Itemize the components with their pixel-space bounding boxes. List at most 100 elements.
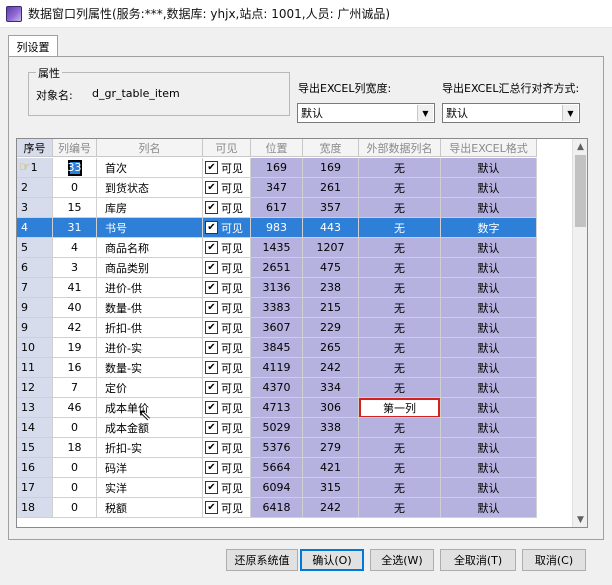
row-width[interactable]: 357	[303, 198, 359, 218]
visible-checkbox[interactable]: ✔	[205, 381, 218, 394]
visible-checkbox[interactable]: ✔	[205, 401, 218, 414]
table-row[interactable]: ☞ 1 33 首次 ✔ 可见 169 169 无默认	[17, 158, 573, 178]
table-row[interactable]: 18 0 税额 ✔ 可见 6418 242 无默认	[17, 498, 573, 518]
visible-checkbox[interactable]: ✔	[205, 461, 218, 474]
row-excel-format[interactable]: 默认	[441, 398, 537, 418]
table-row[interactable]: 14 0 成本金额 ✔ 可见 5029 338 无默认	[17, 418, 573, 438]
row-col-name[interactable]: 折扣-实	[97, 438, 203, 458]
row-excel-format[interactable]: 默认	[441, 418, 537, 438]
row-col-name[interactable]: 商品类别	[97, 258, 203, 278]
row-col-name[interactable]: 书号	[97, 218, 203, 238]
row-position[interactable]: 6094	[251, 478, 303, 498]
row-position[interactable]: 6418	[251, 498, 303, 518]
visible-checkbox[interactable]: ✔	[205, 441, 218, 454]
row-position[interactable]: 3383	[251, 298, 303, 318]
visible-checkbox[interactable]: ✔	[205, 321, 218, 334]
vertical-scrollbar[interactable]: ▲ ▼	[572, 139, 587, 527]
table-row[interactable]: 9 42 折扣-供 ✔ 可见 3607 229 无默认	[17, 318, 573, 338]
visible-checkbox[interactable]: ✔	[205, 201, 218, 214]
row-visible[interactable]: ✔ 可见	[203, 278, 251, 298]
row-width[interactable]: 169	[303, 158, 359, 178]
row-col-name[interactable]: 库房	[97, 198, 203, 218]
table-row[interactable]: 15 18 折扣-实 ✔ 可见 5376 279 无默认	[17, 438, 573, 458]
row-width[interactable]: 306	[303, 398, 359, 418]
row-position[interactable]: 5029	[251, 418, 303, 438]
row-col-name[interactable]: 定价	[97, 378, 203, 398]
row-position[interactable]: 2651	[251, 258, 303, 278]
ok-button[interactable]: 确认(O)	[300, 549, 364, 571]
row-col-name[interactable]: 首次	[97, 158, 203, 178]
row-external-name[interactable]: 无	[359, 378, 441, 398]
row-width[interactable]: 338	[303, 418, 359, 438]
row-external-name[interactable]: 无	[359, 298, 441, 318]
table-row[interactable]: 2 0 到货状态 ✔ 可见 347 261 无默认	[17, 178, 573, 198]
row-width[interactable]: 242	[303, 498, 359, 518]
visible-checkbox[interactable]: ✔	[205, 341, 218, 354]
row-external-name[interactable]: 无	[359, 238, 441, 258]
row-col-no[interactable]: 0	[53, 418, 97, 438]
row-external-name[interactable]: 无	[359, 498, 441, 518]
row-col-no[interactable]: 42	[53, 318, 97, 338]
row-position[interactable]: 617	[251, 198, 303, 218]
row-excel-format[interactable]: 数字	[441, 218, 537, 238]
visible-checkbox[interactable]: ✔	[205, 181, 218, 194]
visible-checkbox[interactable]: ✔	[205, 421, 218, 434]
row-external-name[interactable]: 无	[359, 478, 441, 498]
header-width[interactable]: 宽度	[303, 139, 359, 157]
table-row[interactable]: 7 41 进价-供 ✔ 可见 3136 238 无默认	[17, 278, 573, 298]
row-col-no[interactable]: 3	[53, 258, 97, 278]
row-visible[interactable]: ✔ 可见	[203, 198, 251, 218]
header-external-name[interactable]: 外部数据列名	[359, 139, 441, 157]
table-row[interactable]: 13 46 成本单价 ✔ 可见 4713 306 第一列 默认	[17, 398, 573, 418]
row-visible[interactable]: ✔ 可见	[203, 258, 251, 278]
table-row[interactable]: 17 0 实洋 ✔ 可见 6094 315 无默认	[17, 478, 573, 498]
row-col-no[interactable]: 0	[53, 478, 97, 498]
row-col-no[interactable]: 40	[53, 298, 97, 318]
table-row[interactable]: 16 0 码洋 ✔ 可见 5664 421 无默认	[17, 458, 573, 478]
row-width[interactable]: 421	[303, 458, 359, 478]
row-excel-format[interactable]: 默认	[441, 498, 537, 518]
row-visible[interactable]: ✔ 可见	[203, 458, 251, 478]
row-position[interactable]: 983	[251, 218, 303, 238]
row-width[interactable]: 265	[303, 338, 359, 358]
row-col-no[interactable]: 15	[53, 198, 97, 218]
row-visible[interactable]: ✔ 可见	[203, 338, 251, 358]
row-position[interactable]: 3845	[251, 338, 303, 358]
row-col-no[interactable]: 4	[53, 238, 97, 258]
row-external-name[interactable]: 无	[359, 318, 441, 338]
row-external-name[interactable]: 无	[359, 158, 441, 178]
row-visible[interactable]: ✔ 可见	[203, 478, 251, 498]
row-position[interactable]: 5664	[251, 458, 303, 478]
header-visible[interactable]: 可见	[203, 139, 251, 157]
visible-checkbox[interactable]: ✔	[205, 261, 218, 274]
row-excel-format[interactable]: 默认	[441, 278, 537, 298]
scroll-down-icon[interactable]: ▼	[573, 512, 587, 527]
row-external-name[interactable]: 无	[359, 338, 441, 358]
row-visible[interactable]: ✔ 可见	[203, 238, 251, 258]
row-position[interactable]: 3607	[251, 318, 303, 338]
restore-defaults-button[interactable]: 还原系统值	[226, 549, 298, 571]
row-col-name[interactable]: 商品名称	[97, 238, 203, 258]
row-position[interactable]: 1435	[251, 238, 303, 258]
row-excel-format[interactable]: 默认	[441, 338, 537, 358]
row-visible[interactable]: ✔ 可见	[203, 218, 251, 238]
visible-checkbox[interactable]: ✔	[205, 241, 218, 254]
header-col-no[interactable]: 列编号	[53, 139, 97, 157]
row-position[interactable]: 3136	[251, 278, 303, 298]
export-width-select[interactable]: 默认 ▼	[297, 103, 435, 123]
row-excel-format[interactable]: 默认	[441, 178, 537, 198]
row-width[interactable]: 315	[303, 478, 359, 498]
select-all-button[interactable]: 全选(W)	[370, 549, 434, 571]
row-external-name[interactable]: 无	[359, 438, 441, 458]
row-col-name[interactable]: 码洋	[97, 458, 203, 478]
table-row[interactable]: 9 40 数量-供 ✔ 可见 3383 215 无默认	[17, 298, 573, 318]
row-excel-format[interactable]: 默认	[441, 318, 537, 338]
row-external-name[interactable]: 无	[359, 358, 441, 378]
row-col-no[interactable]: 19	[53, 338, 97, 358]
column-grid[interactable]: 序号 列编号 列名 可见 位置 宽度 外部数据列名 导出EXCEL格式 ☞ 1 33…	[16, 138, 588, 528]
row-width[interactable]: 229	[303, 318, 359, 338]
row-width[interactable]: 443	[303, 218, 359, 238]
table-row[interactable]: 10 19 进价-实 ✔ 可见 3845 265 无默认	[17, 338, 573, 358]
visible-checkbox[interactable]: ✔	[205, 501, 218, 514]
row-external-name[interactable]: 无	[359, 418, 441, 438]
